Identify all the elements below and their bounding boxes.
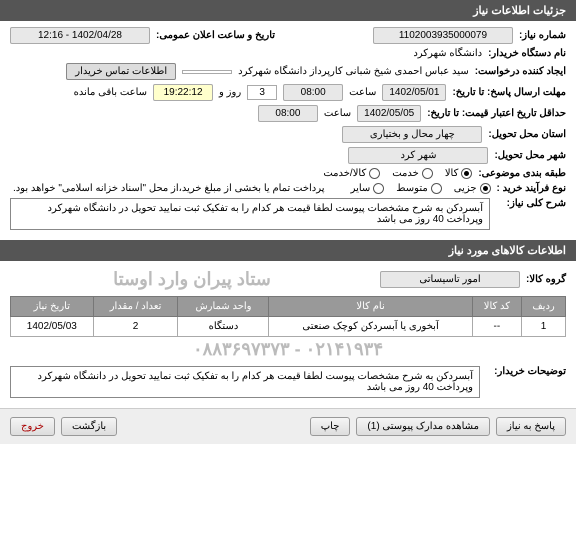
cell-date: 1402/05/03 <box>11 317 94 337</box>
radio-group-category: کالا خدمت کالا/خدمت <box>323 168 472 179</box>
cell-row: 1 <box>522 317 566 337</box>
cell-code: -- <box>472 317 521 337</box>
label-requester: ایجاد کننده درخواست: <box>475 66 566 77</box>
label-announce: تاریخ و ساعت اعلان عمومی: <box>156 30 275 41</box>
label-deadline: مهلت ارسال پاسخ: تا تاریخ: <box>452 87 566 98</box>
value-requester: سید عباس احمدی شیخ شبانی کارپرداز دانشگا… <box>238 66 469 77</box>
value-goods-group: امور تاسیساتی <box>380 271 520 288</box>
table-row[interactable]: 1 -- آبخوری یا آبسردکن کوچک صنعتی دستگاه… <box>11 317 566 337</box>
exit-button[interactable]: خروج <box>10 417 55 436</box>
value-deadline-time: 08:00 <box>283 84 343 101</box>
radio-dot-icon <box>461 168 472 179</box>
contact-input[interactable] <box>182 70 232 74</box>
value-announce: 1402/04/28 - 12:16 <box>10 27 150 44</box>
contact-button[interactable]: اطلاعات تماس خریدار <box>66 63 176 80</box>
radio-dot-icon <box>480 183 491 194</box>
respond-button[interactable]: پاسخ به نیاز <box>496 417 566 436</box>
label-buyer-org: نام دستگاه خریدار: <box>488 48 566 59</box>
section-header-need-details: جزئیات اطلاعات نیاز <box>0 0 576 21</box>
label-time-1: ساعت <box>349 87 376 98</box>
button-row: پاسخ به نیاز مشاهده مدارک پیوستی (1) چاپ… <box>0 408 576 444</box>
value-city: شهر کرد <box>348 147 488 164</box>
section-header-goods: اطلاعات کالاهای مورد نیاز <box>0 240 576 261</box>
label-buyer-notes: توضیحات خریدار: <box>486 366 566 377</box>
label-goods-group: گروه کالا: <box>526 274 566 285</box>
cell-qty: 2 <box>93 317 178 337</box>
label-location: استان محل تحویل: <box>488 129 566 140</box>
radio-partial[interactable]: جزیی <box>454 183 491 194</box>
th-unit: واحد شمارش <box>178 297 269 317</box>
radio-goods[interactable]: کالا <box>445 168 473 179</box>
back-button[interactable]: بازگشت <box>61 417 117 436</box>
label-validity: حداقل تاریخ اعتبار قیمت: تا تاریخ: <box>427 108 566 119</box>
goods-table: ردیف کد کالا نام کالا واحد شمارش تعداد /… <box>10 296 566 337</box>
attachments-button[interactable]: مشاهده مدارک پیوستی (1) <box>356 417 490 436</box>
radio-dot-icon <box>373 183 384 194</box>
payment-note: پرداخت تمام یا بخشی از مبلغ خرید،از محل … <box>13 183 325 194</box>
watermark-1: ستاد پیران وارد اوستا <box>10 267 374 292</box>
radio-medium[interactable]: متوسط <box>396 183 441 194</box>
desc-box: آبسردکن به شرح مشخصات پیوست لطفا قیمت هر… <box>10 198 490 230</box>
watermark-2: ۰۲۱۴۱۹۳۴ - ۰۸۸۳۶۹۷۳۷۳ <box>10 337 566 362</box>
value-validity-time: 08:00 <box>258 105 318 122</box>
radio-both[interactable]: کالا/خدمت <box>323 168 380 179</box>
value-days-left: 3 <box>247 85 277 100</box>
buyer-notes-box: آبسردکن به شرح مشخصات پیوست لطفا قیمت هر… <box>10 366 480 398</box>
value-need-number: 1102003935000079 <box>373 27 513 44</box>
radio-dot-icon <box>431 183 442 194</box>
label-desc: شرح کلی نیاز: <box>496 198 566 209</box>
value-hours-left: 19:22:12 <box>153 84 213 101</box>
th-row: ردیف <box>522 297 566 317</box>
value-deadline-date: 1402/05/01 <box>382 84 446 101</box>
value-validity-date: 1402/05/05 <box>357 105 421 122</box>
value-buyer-org: دانشگاه شهرکرد <box>413 48 482 59</box>
radio-dot-icon <box>422 168 433 179</box>
cell-unit: دستگاه <box>178 317 269 337</box>
th-name: نام کالا <box>269 297 472 317</box>
cell-name: آبخوری یا آبسردکن کوچک صنعتی <box>269 317 472 337</box>
label-city: شهر محل تحویل: <box>494 150 566 161</box>
th-code: کد کالا <box>472 297 521 317</box>
label-time-2: ساعت <box>324 108 351 119</box>
radio-dot-icon <box>369 168 380 179</box>
label-remaining: ساعت باقی مانده <box>74 87 147 98</box>
radio-service[interactable]: خدمت <box>392 168 433 179</box>
label-category: طبقه بندی موضوعی: <box>478 168 566 179</box>
print-button[interactable]: چاپ <box>310 417 351 436</box>
th-qty: تعداد / مقدار <box>93 297 178 317</box>
label-need-number: شماره نیاز: <box>519 30 566 41</box>
form-goods: گروه کالا: امور تاسیساتی ستاد پیران وارد… <box>0 261 576 408</box>
label-day-and: روز و <box>219 87 241 98</box>
radio-other[interactable]: سایر <box>351 183 385 194</box>
value-location: چهار محال و بختیاری <box>342 126 482 143</box>
th-date: تاریخ نیاز <box>11 297 94 317</box>
label-purchase-type: نوع فرآیند خرید : <box>497 183 566 194</box>
radio-group-purchase: جزیی متوسط سایر <box>351 183 491 194</box>
form-need-details: شماره نیاز: 1102003935000079 تاریخ و ساع… <box>0 21 576 240</box>
